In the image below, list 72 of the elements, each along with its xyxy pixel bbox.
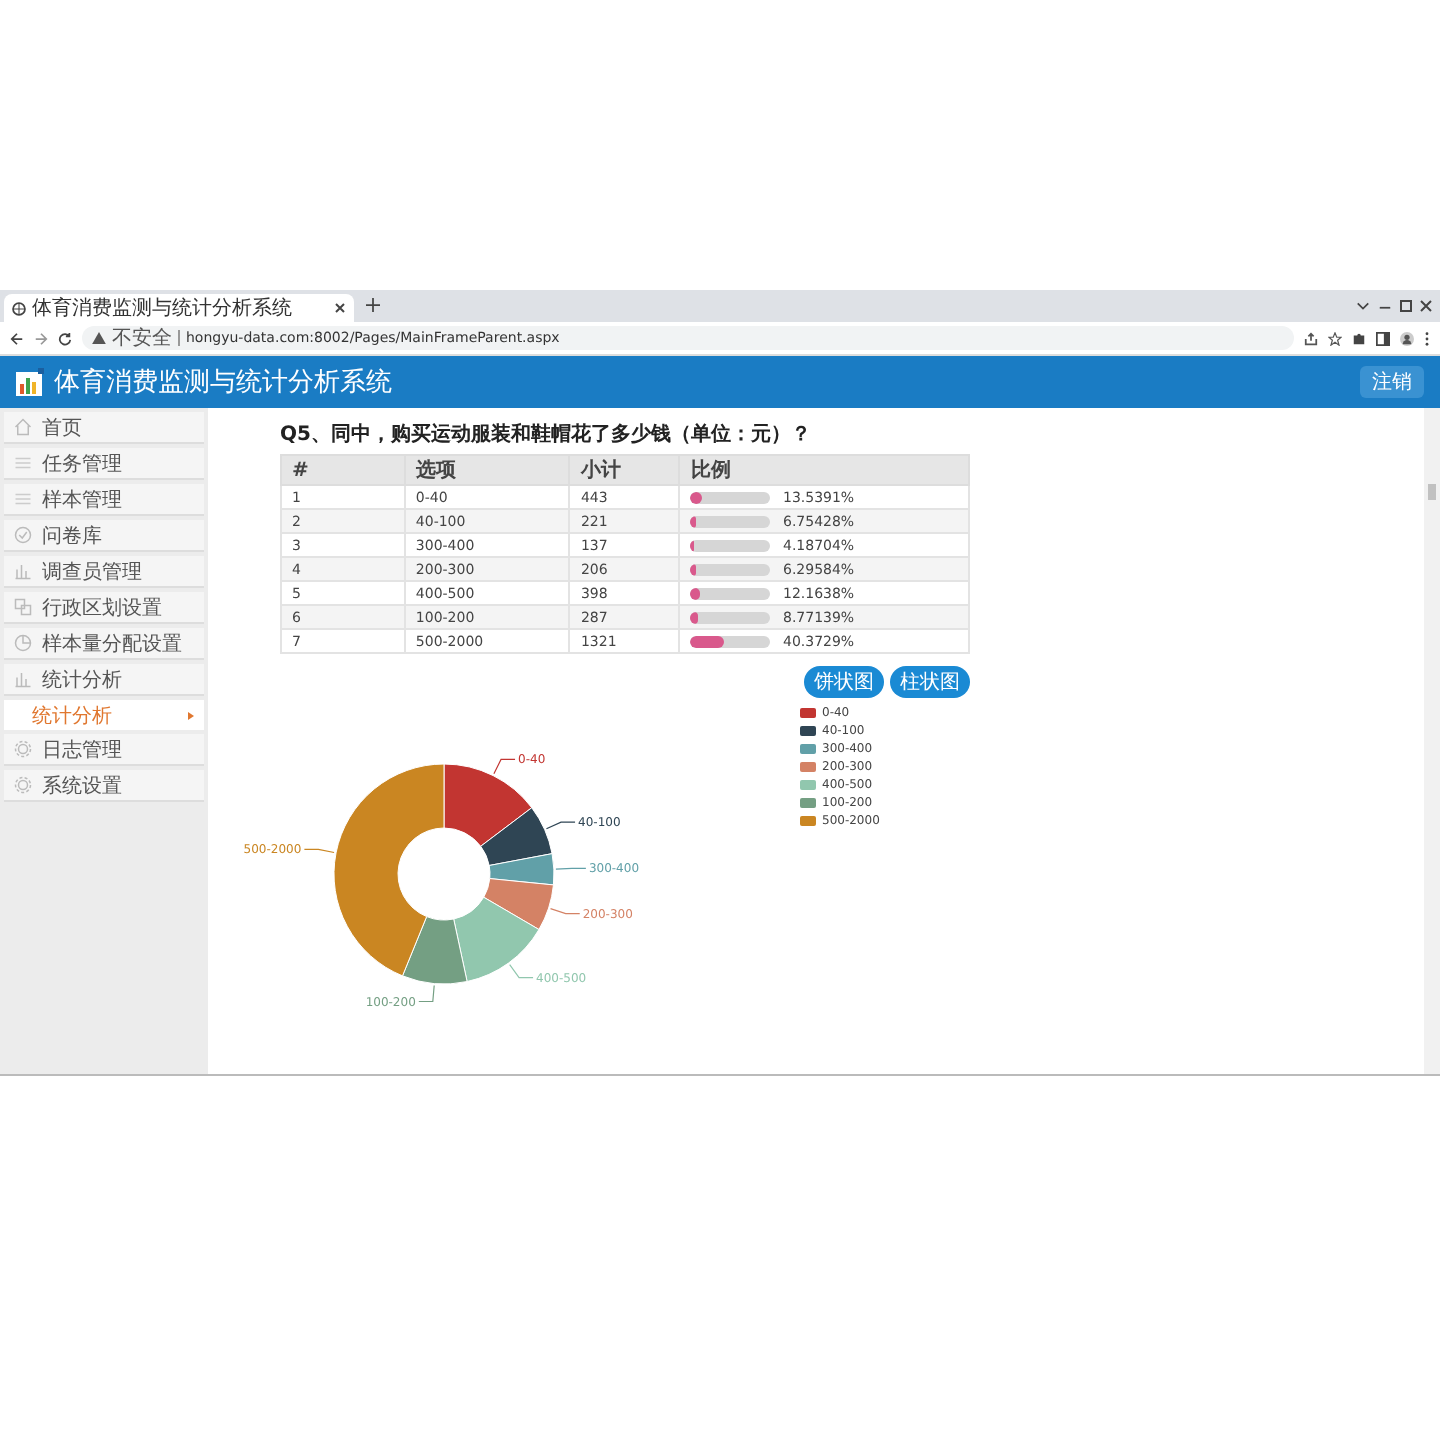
app-title: 体育消费监测与统计分析系统: [54, 365, 392, 400]
home-icon: [14, 418, 32, 436]
sidebar-label: 样本量分配设置: [42, 631, 182, 657]
sidebar-label: 任务管理: [42, 451, 122, 477]
list-icon: [14, 454, 32, 472]
progress-bar: [690, 539, 771, 551]
pie-icon: [14, 634, 32, 652]
share-icon[interactable]: [1304, 331, 1318, 345]
logo-icon: [16, 368, 44, 396]
close-icon[interactable]: [334, 302, 346, 314]
progress-bar: [690, 491, 771, 503]
sidebar-label: 统计分析: [42, 667, 122, 693]
close-icon[interactable]: [1420, 300, 1432, 312]
progress-bar: [690, 611, 771, 623]
menu-icon[interactable]: [1424, 331, 1430, 345]
maximize-icon[interactable]: [1400, 300, 1412, 312]
star-icon[interactable]: [1328, 331, 1342, 345]
leader-line: [418, 984, 435, 1003]
leader-line: [303, 848, 335, 854]
browser-tab[interactable]: 体育消费监测与统计分析系统: [4, 294, 354, 322]
back-icon[interactable]: [10, 331, 24, 345]
column-header: 比例: [679, 455, 969, 485]
chart-type-button[interactable]: 柱状图: [890, 666, 970, 698]
progress-bar: [690, 563, 771, 575]
tab-title: 体育消费监测与统计分析系统: [32, 295, 294, 322]
column-header: 小计: [569, 455, 680, 485]
chart-type-button[interactable]: 饼状图: [804, 666, 884, 698]
check-circle-icon: [14, 526, 32, 544]
security-label: 不安全: [112, 325, 172, 352]
sidebar-item[interactable]: 行政区划设置: [4, 592, 204, 624]
sidebar-label: 调查员管理: [42, 559, 142, 585]
leader-line: [549, 908, 581, 915]
warning-icon: [92, 332, 106, 344]
progress-bar: [690, 635, 771, 647]
triangle-icon: [188, 711, 194, 719]
reload-icon[interactable]: [58, 331, 72, 345]
sidebar-label: 系统设置: [42, 773, 122, 799]
list-icon: [14, 490, 32, 508]
sidebar-icon[interactable]: [1376, 331, 1390, 345]
sidebar-item[interactable]: 问卷库: [4, 520, 204, 552]
sidebar-label: 日志管理: [42, 737, 122, 763]
column-header: #: [281, 455, 405, 485]
profile-icon[interactable]: [1400, 331, 1414, 345]
sidebar-item[interactable]: 统计分析: [4, 664, 204, 696]
new-tab-icon[interactable]: [366, 298, 380, 312]
sidebar-label: 样本管理: [42, 487, 122, 513]
scrollbar[interactable]: [1424, 408, 1440, 1074]
sidebar-label: 行政区划设置: [42, 595, 162, 621]
leader-line: [545, 821, 576, 830]
leader-line: [509, 964, 534, 979]
bar-chart-icon: [14, 670, 32, 688]
sidebar-item[interactable]: 首页: [4, 412, 204, 444]
chevron-icon[interactable]: [1356, 300, 1370, 312]
bar-chart-icon: [14, 562, 32, 580]
puzzle-icon[interactable]: [1352, 331, 1366, 345]
sidebar-item[interactable]: 系统设置: [4, 770, 204, 802]
squares-icon: [14, 598, 32, 616]
sidebar-item[interactable]: 任务管理: [4, 448, 204, 480]
progress-bar: [690, 587, 771, 599]
sidebar-label: 问卷库: [42, 523, 102, 549]
sidebar-item[interactable]: 日志管理: [4, 734, 204, 766]
forward-icon[interactable]: [34, 331, 48, 345]
sidebar-item[interactable]: 样本管理: [4, 484, 204, 516]
sidebar-label: 首页: [42, 415, 82, 441]
question-text: Q5、同中，购买运动服装和鞋帽花了多少钱（单位：元）？: [280, 421, 813, 448]
globe-icon: [12, 301, 26, 315]
sidebar-item[interactable]: 样本量分配设置: [4, 628, 204, 660]
progress-bar: [690, 515, 771, 527]
sidebar-item[interactable]: 调查员管理: [4, 556, 204, 588]
leader-line: [493, 758, 516, 775]
leader-line: [555, 867, 587, 870]
column-header: 选项: [404, 455, 570, 485]
